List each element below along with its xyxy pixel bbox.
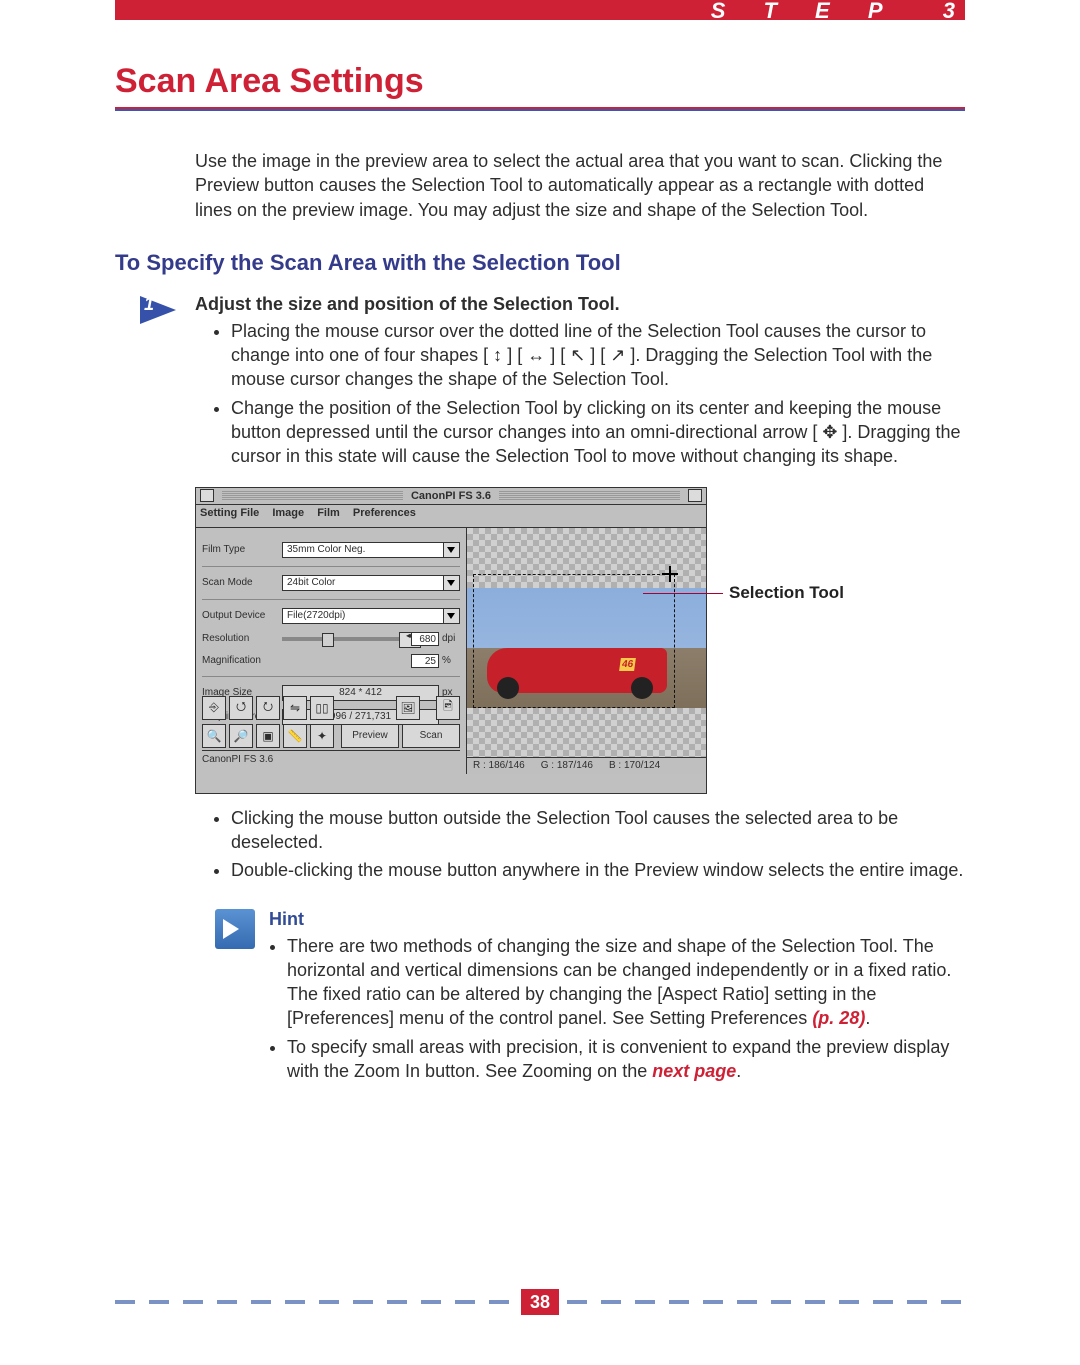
zoom-out-icon[interactable]: 🔎	[229, 724, 253, 748]
menu-bar: Setting File Image Film Preferences	[196, 505, 706, 528]
rotate-left-icon[interactable]: ⭯	[229, 696, 253, 720]
step-label: S T E P 3	[711, 0, 955, 24]
post-screenshot-bullets: Clicking the mouse button outside the Se…	[195, 806, 965, 883]
rotate-right-icon[interactable]: ⭮	[256, 696, 280, 720]
section-heading: To Specify the Scan Area with the Select…	[115, 250, 965, 276]
resolution-unit: dpi	[442, 633, 460, 644]
page-ref-link[interactable]: (p. 28)	[812, 1008, 865, 1028]
step-number: 3	[943, 0, 955, 23]
step-1-heading: Adjust the size and position of the Sele…	[195, 294, 965, 315]
header-bar: S T E P 3	[115, 0, 965, 20]
page-number: 38	[521, 1289, 559, 1315]
window-zoom-icon[interactable]	[688, 489, 702, 502]
step-1-marker: 1	[140, 290, 180, 330]
dropdown-arrow-icon[interactable]	[443, 609, 459, 623]
zoom-in-icon[interactable]: 🔍	[202, 724, 226, 748]
footer-dashes	[115, 1300, 513, 1304]
menu-film[interactable]: Film	[317, 507, 340, 519]
next-page-link[interactable]: next page	[652, 1061, 736, 1081]
move-cursor-icon	[662, 566, 678, 582]
output-device-select[interactable]: File(2720dpi)	[282, 608, 460, 624]
window-close-icon[interactable]	[200, 489, 214, 502]
toolbar: ⎆ ⭯ ⭮ ⇋ ▯▯ 🖼 🖻 🔍	[202, 692, 460, 748]
rgb-g: G : 187/146	[541, 760, 593, 771]
hint-bullet: There are two methods of changing the si…	[287, 934, 965, 1031]
selection-tool[interactable]	[473, 574, 675, 708]
resolution-label: Resolution	[202, 633, 282, 644]
resolution-slider[interactable]: ◂▸680	[282, 632, 439, 646]
intro-paragraph: Use the image in the preview area to sel…	[195, 149, 965, 222]
rgb-readout: R : 186/146 G : 187/146 B : 170/124	[467, 757, 706, 774]
ruler-icon[interactable]: 📏	[283, 724, 307, 748]
film-type-label: Film Type	[202, 544, 282, 555]
page-footer: 38	[115, 1289, 965, 1315]
window-title: CanonPI FS 3.6	[407, 490, 495, 502]
aspect-icon[interactable]: ▣	[256, 724, 280, 748]
resolution-value[interactable]: 680	[411, 632, 439, 646]
callout-line	[643, 593, 723, 594]
menu-image[interactable]: Image	[272, 507, 304, 519]
dropdown-arrow-icon[interactable]	[443, 576, 459, 590]
status-bar: CanonPI FS 3.6	[202, 750, 460, 770]
preview-area[interactable]: 46 R : 186/146 G : 187/146 B : 170/124	[467, 528, 706, 774]
app-screenshot: CanonPI FS 3.6 Setting File Image Film P…	[195, 487, 965, 792]
magnification-field[interactable]: 25	[282, 654, 439, 668]
menu-setting-file[interactable]: Setting File	[200, 507, 259, 519]
bullet-item: Change the position of the Selection Too…	[231, 396, 965, 469]
bullet-item: Placing the mouse cursor over the dotted…	[231, 319, 965, 392]
mirror-icon[interactable]: ▯▯	[310, 696, 334, 720]
footer-dashes	[567, 1300, 965, 1304]
preview-button[interactable]: Preview	[341, 724, 399, 748]
flip-icon[interactable]: ⇋	[283, 696, 307, 720]
settings-panel: Film Type 35mm Color Neg. Scan Mode 24bi…	[196, 528, 467, 774]
magnification-unit: %	[442, 655, 460, 666]
film-type-select[interactable]: 35mm Color Neg.	[282, 542, 460, 558]
menu-preferences[interactable]: Preferences	[353, 507, 416, 519]
scan-button[interactable]: Scan	[402, 724, 460, 748]
auto-icon[interactable]: ✦	[310, 724, 334, 748]
eject-icon[interactable]: ⎆	[202, 696, 226, 720]
step-1-bullets: Placing the mouse cursor over the dotted…	[195, 319, 965, 469]
scan-mode-label: Scan Mode	[202, 577, 282, 588]
rgb-r: R : 186/146	[473, 760, 525, 771]
bullet-item: Clicking the mouse button outside the Se…	[231, 806, 965, 855]
dropdown-arrow-icon[interactable]	[443, 543, 459, 557]
hint-icon	[215, 909, 255, 949]
callout-label: Selection Tool	[729, 583, 844, 603]
step-word: S T E P	[711, 0, 899, 23]
app-window: CanonPI FS 3.6 Setting File Image Film P…	[195, 487, 707, 794]
step-1-number: 1	[144, 294, 154, 315]
magnification-label: Magnification	[202, 655, 282, 666]
output-icon[interactable]: 🖻	[436, 696, 460, 720]
magnification-value[interactable]: 25	[411, 654, 439, 668]
prescan-icon[interactable]: 🖼	[396, 696, 420, 720]
page-title: Scan Area Settings	[115, 62, 965, 101]
rgb-b: B : 170/124	[609, 760, 660, 771]
title-rule	[115, 107, 965, 111]
window-titlebar[interactable]: CanonPI FS 3.6	[196, 488, 706, 505]
hint-bullet: To specify small areas with precision, i…	[287, 1035, 965, 1084]
output-device-label: Output Device	[202, 610, 282, 621]
hint-title: Hint	[269, 909, 965, 930]
scan-mode-select[interactable]: 24bit Color	[282, 575, 460, 591]
hint-block: Hint There are two methods of changing t…	[215, 909, 965, 1088]
bullet-item: Double-clicking the mouse button anywher…	[231, 858, 965, 882]
